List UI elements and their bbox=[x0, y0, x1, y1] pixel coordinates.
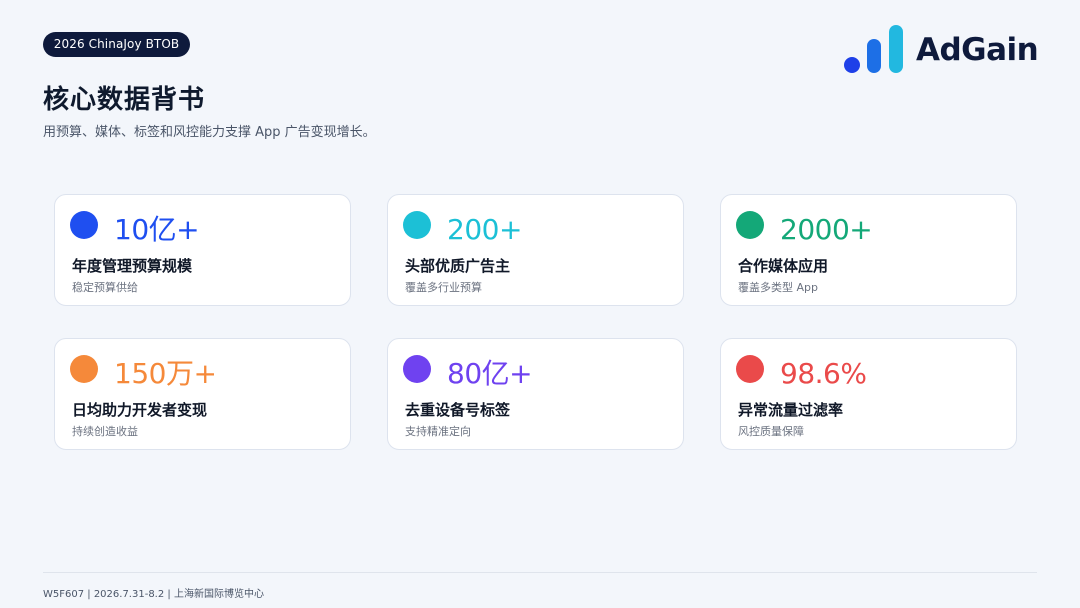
event-badge: 2026 ChinaJoy BTOB bbox=[43, 32, 190, 57]
stat-card-developers: 150万+ 日均助力开发者变现 持续创造收益 bbox=[54, 338, 351, 450]
logo-dot bbox=[844, 57, 860, 73]
status-dot bbox=[403, 355, 431, 383]
stat-value: 200+ bbox=[447, 213, 522, 246]
stat-value: 10亿+ bbox=[114, 213, 200, 246]
logo-bar-tall bbox=[889, 25, 903, 73]
page-title: 核心数据背书 bbox=[43, 85, 206, 115]
stat-card-budget: 10亿+ 年度管理预算规模 稳定预算供给 bbox=[54, 194, 351, 306]
stat-note: 风控质量保障 bbox=[738, 425, 804, 438]
stat-label: 头部优质广告主 bbox=[405, 257, 511, 275]
adgain-logo: AdGain bbox=[843, 25, 1039, 75]
stat-value: 80亿+ bbox=[447, 357, 533, 390]
stat-note: 持续创造收益 bbox=[72, 425, 138, 438]
logo-bar-mid bbox=[867, 39, 881, 73]
stat-note: 支持精准定向 bbox=[405, 425, 471, 438]
stats-grid: 10亿+ 年度管理预算规模 稳定预算供给 200+ 头部优质广告主 覆盖多行业预… bbox=[54, 194, 1018, 450]
stat-label: 异常流量过滤率 bbox=[738, 401, 844, 419]
status-dot bbox=[403, 211, 431, 239]
page-subtitle: 用预算、媒体、标签和风控能力支撑 App 广告变现增长。 bbox=[43, 125, 376, 140]
status-dot bbox=[70, 211, 98, 239]
stat-value: 98.6% bbox=[780, 357, 867, 390]
stat-label: 年度管理预算规模 bbox=[72, 257, 193, 275]
status-dot bbox=[736, 355, 764, 383]
footer-divider bbox=[43, 572, 1037, 573]
bar-chart-logo-icon bbox=[844, 25, 903, 73]
stat-label: 去重设备号标签 bbox=[405, 401, 511, 419]
status-dot bbox=[70, 355, 98, 383]
status-dot bbox=[736, 211, 764, 239]
stat-note: 稳定预算供给 bbox=[72, 281, 138, 294]
stat-note: 覆盖多类型 App bbox=[738, 281, 818, 294]
stat-card-media-apps: 2000+ 合作媒体应用 覆盖多类型 App bbox=[720, 194, 1017, 306]
footer-info: W5F607 | 2026.7.31-8.2 | 上海新国际博览中心 bbox=[43, 589, 264, 600]
logo-wordmark: AdGain bbox=[916, 32, 1039, 68]
stat-card-advertisers: 200+ 头部优质广告主 覆盖多行业预算 bbox=[387, 194, 684, 306]
stat-note: 覆盖多行业预算 bbox=[405, 281, 482, 294]
stat-label: 日均助力开发者变现 bbox=[72, 401, 208, 419]
stat-card-fraud-filter: 98.6% 异常流量过滤率 风控质量保障 bbox=[720, 338, 1017, 450]
stat-card-device-tags: 80亿+ 去重设备号标签 支持精准定向 bbox=[387, 338, 684, 450]
stat-label: 合作媒体应用 bbox=[738, 257, 829, 275]
stat-value: 150万+ bbox=[114, 357, 217, 390]
stat-value: 2000+ bbox=[780, 213, 873, 246]
